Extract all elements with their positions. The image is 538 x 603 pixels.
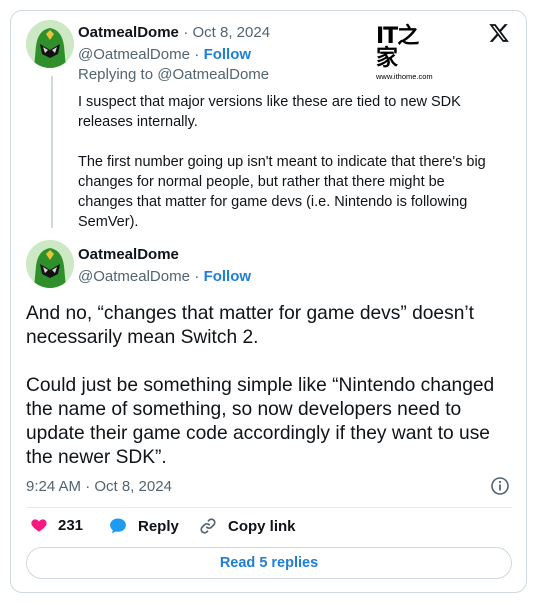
read-replies-label: Read 5 replies <box>219 555 319 571</box>
parent-header: OatmealDome · Oct 8, 2024 <box>78 24 271 41</box>
main-avatar[interactable] <box>26 240 74 288</box>
copy-link-button[interactable]: Copy link <box>198 516 296 536</box>
heart-icon <box>31 519 47 532</box>
avatar-image <box>26 20 74 68</box>
main-header: OatmealDome <box>78 246 179 264</box>
parent-follow-button[interactable]: Follow <box>204 46 252 63</box>
parent-date[interactable]: Oct 8, 2024 <box>193 24 271 41</box>
main-tweet-text: And no, “changes that matter for game de… <box>26 303 495 468</box>
reply-bubble-icon <box>110 518 126 534</box>
main-follow-button[interactable]: Follow <box>204 268 252 285</box>
divider <box>26 507 512 508</box>
parent-avatar[interactable] <box>26 20 74 68</box>
x-logo-icon[interactable] <box>488 22 510 44</box>
avatar-image <box>26 240 74 288</box>
reply-label: Reply <box>138 517 179 535</box>
main-handle-row: @OatmealDome · Follow <box>78 268 252 285</box>
parent-tweet-text: I suspect that major versions like these… <box>78 94 486 230</box>
ithome-logo: IT之家 <box>376 24 419 71</box>
parent-handle-row: @OatmealDome · Follow <box>78 46 252 63</box>
parent-display-name[interactable]: OatmealDome <box>78 24 179 41</box>
tweet-timestamp[interactable]: 9:24 AM · Oct 8, 2024 <box>26 478 172 495</box>
parent-handle[interactable]: @OatmealDome <box>78 46 190 63</box>
replying-to: Replying to @OatmealDome <box>78 66 269 84</box>
replying-to-prefix: Replying to <box>78 66 158 83</box>
read-replies-button[interactable]: Read 5 replies <box>26 547 512 579</box>
thread-connector-line <box>51 76 53 228</box>
copy-link-label: Copy link <box>228 517 296 535</box>
main-display-name[interactable]: OatmealDome <box>78 246 179 263</box>
like-count: 231 <box>58 516 84 534</box>
reply-button[interactable]: Reply <box>108 516 179 536</box>
ithome-url: www.ithome.com <box>376 72 433 81</box>
info-icon[interactable] <box>490 476 510 496</box>
main-handle[interactable]: @OatmealDome <box>78 268 190 285</box>
link-icon <box>200 518 216 534</box>
replying-to-handle[interactable]: @OatmealDome <box>157 66 269 83</box>
like-button[interactable]: 231 <box>30 516 83 534</box>
ithome-watermark: IT之家 www.ithome.com <box>376 26 438 82</box>
